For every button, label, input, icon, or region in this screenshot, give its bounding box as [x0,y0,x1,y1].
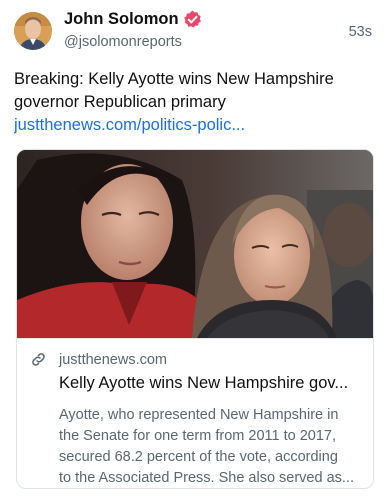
name-row: John Solomon [64,10,202,29]
card-body: justthenews.com Kelly Ayotte wins New Ha… [17,338,373,488]
avatar-image [14,12,52,50]
post-timestamp[interactable]: 53s [349,24,372,40]
card-image [17,150,373,338]
post-text-line: governor Republican primary [14,93,226,111]
avatar[interactable] [14,12,52,50]
link-icon [30,351,47,368]
author-name[interactable]: John Solomon [64,10,179,29]
link-preview-card[interactable]: justthenews.com Kelly Ayotte wins New Ha… [16,149,374,489]
post-text-line: Breaking: Kelly Ayotte wins New Hampshir… [14,70,334,88]
card-domain: justthenews.com [59,351,167,368]
post-text: Breaking: Kelly Ayotte wins New Hampshir… [14,68,370,137]
post-link[interactable]: justthenews.com/politics-polic... [14,114,370,137]
photo-two-women [17,150,373,338]
card-description-line: Ayotte, who represented New Hampshire in [59,407,339,423]
card-domain-row: justthenews.com [30,351,167,368]
post-header: John Solomon @jsolomonreports 53s [14,10,372,52]
card-description-line: to the Associated Press. She also served… [59,470,354,486]
verified-badge-icon [183,10,202,29]
post: John Solomon @jsolomonreports 53s Breaki… [0,0,384,500]
card-description-line: secured 68.2 percent of the vote, accord… [59,449,338,465]
card-title[interactable]: Kelly Ayotte wins New Hampshire gov... [59,374,359,393]
card-description-line: the Senate for one term from 2011 to 201… [59,428,337,444]
card-description: Ayotte, who represented New Hampshire in… [59,405,361,488]
author-handle[interactable]: @jsolomonreports [64,34,182,50]
